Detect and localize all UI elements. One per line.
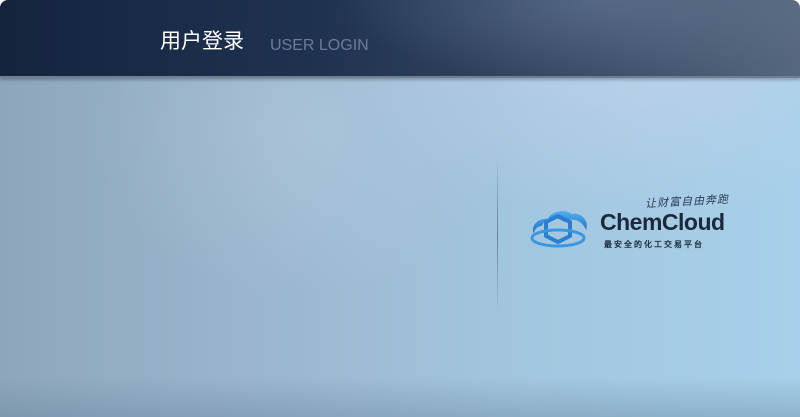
brand-tagline: 最安全的化工交易平台 xyxy=(604,240,704,249)
cloud-logo-icon xyxy=(530,211,587,248)
page-subtitle: USER LOGIN xyxy=(270,37,369,54)
brand-logo: 让财富自由奔跑 ChemCloud 最安全的化工交易平台 xyxy=(528,190,768,260)
login-window: 用户登录 USER LOGIN 让财富自由奔跑 ChemCloud 最安全的化工… xyxy=(0,0,800,417)
header-bar: 用户登录 USER LOGIN xyxy=(0,0,800,78)
brand-name: ChemCloud xyxy=(600,209,725,235)
vertical-divider xyxy=(497,155,498,315)
page-title: 用户登录 xyxy=(160,29,244,53)
